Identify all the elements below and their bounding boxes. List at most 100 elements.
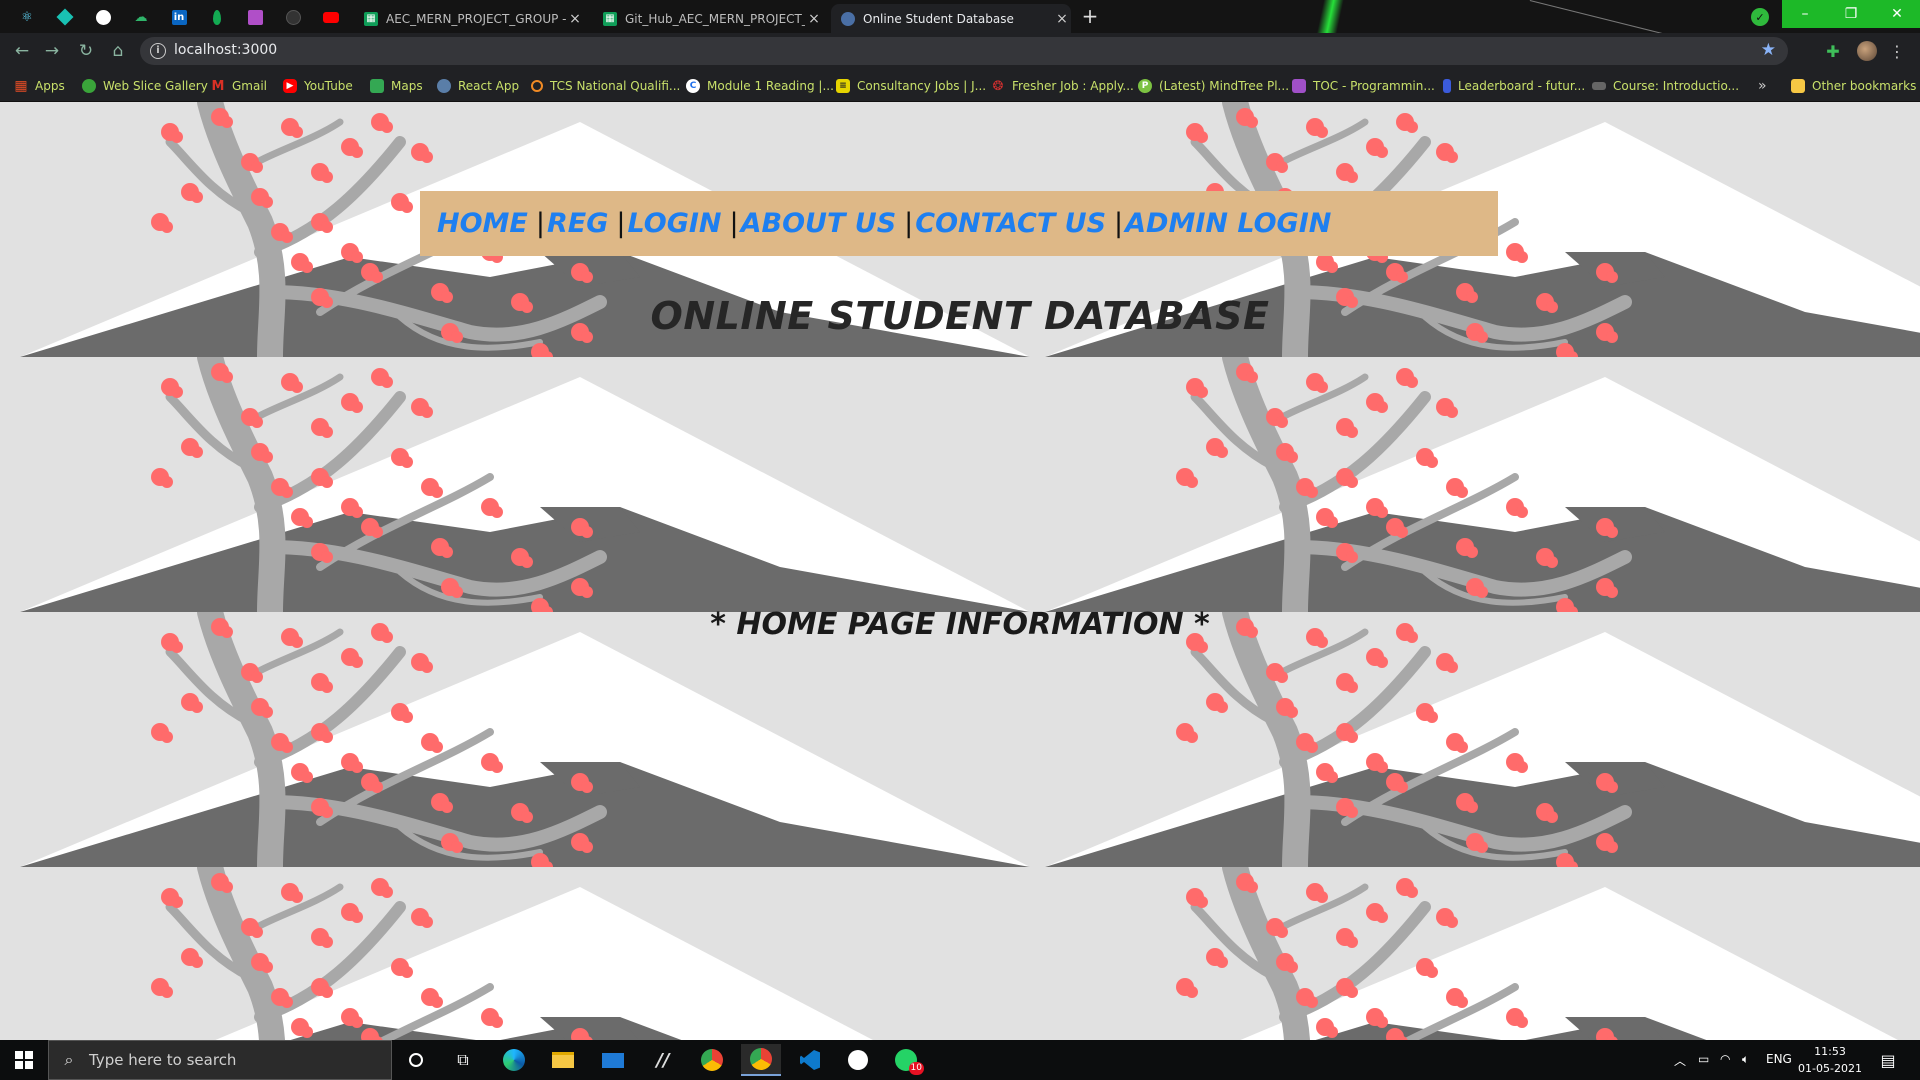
site-info-icon[interactable]: i [150,43,166,59]
language-indicator[interactable]: ENG [1766,1052,1792,1066]
pinned-tab-mongodb-leaf-icon[interactable] [206,6,228,28]
chrome-update-icon[interactable]: ✓ [1751,8,1769,26]
bookmark-react-app[interactable]: React App [437,77,519,95]
wifi-icon[interactable]: ◠ [1720,1052,1730,1066]
background-tile [20,867,1030,1040]
task-view-icon[interactable]: ⧉ [443,1044,483,1076]
tab-online-student-database[interactable]: Online Student Database × [831,4,1071,33]
bookmark-maps[interactable]: Maps [370,77,423,95]
close-window-button[interactable]: ✕ [1874,0,1920,28]
bookmark-module-1-reading[interactable]: C Module 1 Reading |... [686,77,834,95]
wallpaper-glow [1316,0,1344,33]
bookmark-mindtree[interactable]: P (Latest) MindTree Pl... [1138,77,1289,95]
page-title: ONLINE STUDENT DATABASE [650,294,1270,338]
pinned-tab-linkedin-icon[interactable]: in [168,6,190,28]
battery-icon[interactable]: ▭ [1698,1052,1709,1066]
home-icon[interactable]: ⌂ [106,39,130,63]
whatsapp-icon[interactable]: 10 [886,1044,926,1076]
pinned-tab-github-icon[interactable] [92,6,114,28]
tab-strip: ⚛ ☁ in ▦ AEC_MERN_PROJECT_GROUP - G × ▦ … [0,0,1920,33]
extensions-puzzle-icon[interactable]: ✚ [1822,40,1844,62]
bookmark-toc-programming[interactable]: TOC - Programmin... [1292,77,1435,95]
notifications-icon[interactable]: ▤ [1868,1044,1908,1076]
pinned-tab-youtube-icon[interactable] [320,6,342,28]
forward-arrow-icon[interactable]: → [40,39,64,63]
bookmark-gmail[interactable]: M Gmail [211,77,267,95]
pinned-tab-diamond-icon[interactable] [54,6,76,28]
file-explorer-icon[interactable] [543,1044,583,1076]
nav-admin-login-link[interactable]: ADMIN LOGIN [1125,208,1331,239]
fresher-icon: ❂ [992,78,1004,94]
chrome-active-icon[interactable] [741,1044,781,1076]
restore-button[interactable]: ❐ [1828,0,1874,28]
background-tile [1045,612,1920,867]
nav-login-link[interactable]: LOGIN [628,208,722,239]
pinned-tab-image-icon[interactable] [244,6,266,28]
bookmarks-bar: ▦ Apps Web Slice Gallery M Gmail ▶ YouTube … [0,69,1920,102]
desktop-screen: ⚛ ☁ in ▦ AEC_MERN_PROJECT_GROUP - G × ▦ … [0,0,1920,1080]
edge-icon[interactable] [494,1044,534,1076]
pinned-tab-github-dark-icon[interactable] [282,6,304,28]
nav-separator: | [616,208,626,239]
nav-separator: | [535,208,545,239]
bookmark-leaderboard[interactable]: Leaderboard - futur... [1443,77,1585,95]
chrome-icon[interactable] [692,1044,732,1076]
back-arrow-icon[interactable]: ← [10,39,34,63]
chrome-menu-icon[interactable]: ⋮ [1886,40,1908,62]
nav-home-link[interactable]: HOME [437,208,528,239]
other-bookmarks[interactable]: Other bookmarks [1791,77,1916,95]
pinned-tab-react-icon[interactable]: ⚛ [16,6,38,28]
page-viewport: HOME | REG | LOGIN | ABOUT US | CONTACT … [0,102,1920,1040]
toc-icon [1292,79,1306,93]
sublime-like-icon[interactable]: // [643,1044,683,1076]
taskbar-search-box[interactable]: ⌕ Type here to search [48,1040,392,1080]
address-bar[interactable]: i localhost:3000 ★ [140,37,1788,65]
windows-taskbar: ⌕ Type here to search ⧉ // 10 ︿ ▭ ◠ 🔈︎ E… [0,1040,1920,1080]
nav-reg-link[interactable]: REG [547,208,608,239]
web-slice-icon [82,79,96,93]
tray-chevron-icon[interactable]: ︿ [1674,1052,1686,1069]
bookmark-course-introduction[interactable]: Course: Introductio... [1592,77,1739,95]
bookmark-web-slice-gallery[interactable]: Web Slice Gallery [82,77,208,95]
background-tile [20,357,1030,612]
mail-icon[interactable] [593,1044,633,1076]
leaderboard-icon [1443,79,1451,93]
bookmark-fresher-job[interactable]: ❂ Fresher Job : Apply... [991,77,1134,95]
volume-icon[interactable]: 🔈︎ [1742,1052,1749,1067]
sheets-icon: ▦ [603,11,617,26]
reload-icon[interactable]: ↻ [74,39,98,63]
bookmark-star-icon[interactable]: ★ [1761,40,1776,60]
new-tab-button[interactable]: + [1078,6,1102,28]
vscode-icon[interactable] [790,1044,830,1076]
bookmark-tcs[interactable]: TCS National Qualifi... [531,77,680,95]
profile-avatar[interactable] [1856,40,1878,62]
bookmark-apps[interactable]: ▦ Apps [14,77,64,95]
bookmark-youtube[interactable]: ▶ YouTube [283,77,353,95]
apps-grid-icon: ▦ [14,78,28,94]
course-icon [1592,82,1606,90]
react-icon [437,79,451,93]
minimize-button[interactable]: – [1782,0,1828,28]
taskbar-clock[interactable]: 11:53 01-05-2021 [1790,1043,1870,1077]
bookmark-consultancy-jobs[interactable]: ≡ Consultancy Jobs | J... [836,77,986,95]
pinned-tab-cloud-icon[interactable]: ☁ [130,6,152,28]
clock-date: 01-05-2021 [1798,1062,1862,1075]
clock-time: 11:53 [1814,1045,1846,1058]
tab-close-button[interactable]: × [805,11,823,27]
start-button[interactable] [0,1040,48,1080]
tab-close-button[interactable]: × [566,11,584,27]
tab-aec-mern-project-group[interactable]: ▦ AEC_MERN_PROJECT_GROUP - G × [354,4,584,33]
address-url: localhost:3000 [174,42,278,58]
site-navbar: HOME | REG | LOGIN | ABOUT US | CONTACT … [420,191,1498,256]
nav-contact-us-link[interactable]: CONTACT US [915,208,1106,239]
windows-logo-icon [15,1051,33,1069]
mongodb-compass-icon[interactable] [838,1044,878,1076]
home-page-information: * HOME PAGE INFORMATION * [710,607,1210,642]
nav-about-us-link[interactable]: ABOUT US [741,208,897,239]
more-bookmarks-chevron[interactable]: » [1758,77,1767,95]
tab-git-hub-aec-mern-project[interactable]: ▦ Git_Hub_AEC_MERN_PROJECT_G × [593,4,823,33]
cortana-icon[interactable] [396,1044,436,1076]
tab-close-button[interactable]: × [1053,11,1071,27]
browser-toolbar: ← → ↻ ⌂ i localhost:3000 ★ ✚ ⋮ [0,33,1920,69]
search-icon: ⌕ [64,1050,74,1069]
